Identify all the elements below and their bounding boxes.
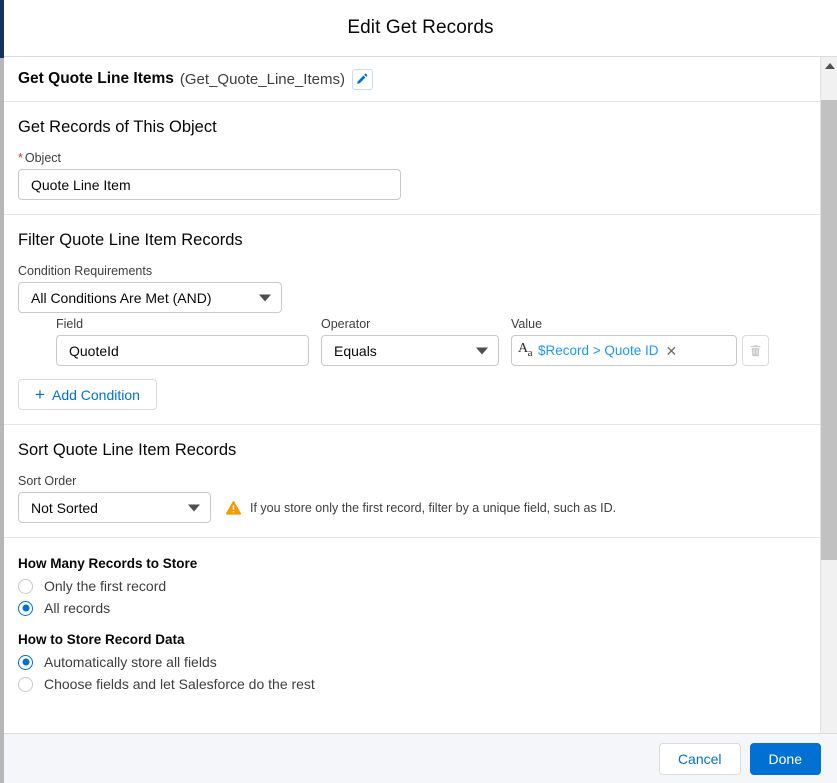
condition-value-column: Value Aa $Record > Quote ID ✕ [511, 317, 769, 366]
chevron-down-icon [188, 504, 200, 511]
condition-value-label: Value [511, 317, 543, 331]
radio-icon-selected [18, 654, 33, 670]
object-field-label: * Object [18, 151, 806, 165]
scroll-content: Get Quote Line Items (Get_Quote_Line_Ite… [4, 57, 820, 733]
radio-icon-selected [18, 600, 33, 616]
get-records-object-section: Get Records of This Object * Object Quote… [4, 102, 820, 215]
object-input[interactable]: Quote Line Item [18, 169, 401, 200]
sort-order-row: Not Sorted If you store only the first r… [18, 492, 806, 523]
plus-icon: + [35, 385, 45, 404]
radio-label: Automatically store all fields [44, 654, 217, 670]
edit-get-records-modal: Edit Get Records Get Quote Line Items (G… [0, 0, 837, 783]
sort-section-title: Sort Quote Line Item Records [18, 441, 237, 459]
object-section-title: Get Records of This Object [18, 118, 217, 136]
sort-warning: If you store only the first record, filt… [225, 500, 616, 516]
scrollbar-thumb[interactable] [821, 100, 837, 560]
radio-only-first-record[interactable]: Only the first record [18, 578, 806, 594]
done-button[interactable]: Done [749, 742, 821, 775]
chevron-down-icon [476, 347, 488, 354]
flow-element-api-name: (Get_Quote_Line_Items) [179, 70, 345, 88]
condition-field-column: Field QuoteId [56, 317, 309, 366]
trash-icon [750, 345, 761, 357]
cancel-button[interactable]: Cancel [658, 742, 741, 775]
filter-section-title: Filter Quote Line Item Records [18, 231, 243, 249]
required-marker: * [18, 151, 23, 165]
object-input-value: Quote Line Item [31, 176, 131, 193]
scroll-up-arrow-icon[interactable] [821, 57, 837, 74]
condition-operator-value: Equals [334, 342, 377, 359]
radio-label: Only the first record [44, 578, 167, 594]
add-condition-label: Add Condition [51, 386, 140, 403]
filter-records-section: Filter Quote Line Item Records Condition… [4, 215, 820, 425]
flow-element-name-row: Get Quote Line Items (Get_Quote_Line_Ite… [4, 57, 820, 102]
how-many-records-title: How Many Records to Store [18, 556, 198, 571]
text-type-icon: Aa [518, 341, 533, 359]
flow-element-label: Get Quote Line Items [18, 70, 174, 87]
radio-icon [18, 676, 33, 692]
how-to-store-title: How to Store Record Data [18, 632, 185, 647]
modal-footer: Cancel Done [4, 733, 837, 783]
vertical-scrollbar[interactable] [820, 57, 837, 733]
pencil-icon[interactable] [351, 68, 373, 90]
delete-condition-button[interactable] [741, 335, 769, 366]
radio-automatically-store-all-fields[interactable]: Automatically store all fields [18, 654, 806, 670]
sort-warning-text: If you store only the first record, filt… [250, 500, 617, 515]
condition-field-value: QuoteId [69, 342, 119, 359]
close-icon[interactable]: ✕ [665, 344, 677, 358]
condition-requirements-label: Condition Requirements [18, 264, 153, 278]
object-label-text: Object [24, 151, 62, 165]
modal-title: Edit Get Records [347, 17, 494, 38]
sort-order-value: Not Sorted [31, 499, 98, 516]
condition-operator-column: Operator Equals [321, 317, 499, 366]
condition-value-input[interactable]: Aa $Record > Quote ID ✕ [511, 335, 737, 366]
warning-triangle-icon [225, 500, 242, 515]
radio-choose-fields[interactable]: Choose fields and let Salesforce do the … [18, 676, 806, 692]
store-records-section: How Many Records to Store Only the first… [4, 538, 820, 712]
add-condition-button[interactable]: + Add Condition [18, 379, 157, 410]
condition-operator-label: Operator [321, 317, 371, 331]
radio-icon [18, 578, 33, 594]
condition-requirements-value: All Conditions Are Met (AND) [31, 289, 212, 306]
sort-order-select[interactable]: Not Sorted [18, 492, 211, 523]
condition-operator-select[interactable]: Equals [321, 335, 499, 366]
condition-field-label: Field [56, 317, 84, 331]
modal-body: Get Quote Line Items (Get_Quote_Line_Ite… [4, 57, 837, 733]
sort-order-label: Sort Order [18, 474, 77, 488]
condition-row: Field QuoteId Operator Equals Value Aa $… [18, 317, 806, 366]
radio-label: All records [44, 600, 111, 616]
sort-records-section: Sort Quote Line Item Records Sort Order … [4, 425, 820, 538]
chevron-down-icon [259, 294, 271, 301]
condition-requirements-select[interactable]: All Conditions Are Met (AND) [18, 282, 282, 313]
condition-field-input[interactable]: QuoteId [56, 335, 309, 366]
radio-all-records[interactable]: All records [18, 600, 806, 616]
radio-label: Choose fields and let Salesforce do the … [44, 676, 315, 692]
condition-value-token: $Record > Quote ID [538, 343, 659, 358]
modal-header: Edit Get Records [4, 0, 837, 57]
